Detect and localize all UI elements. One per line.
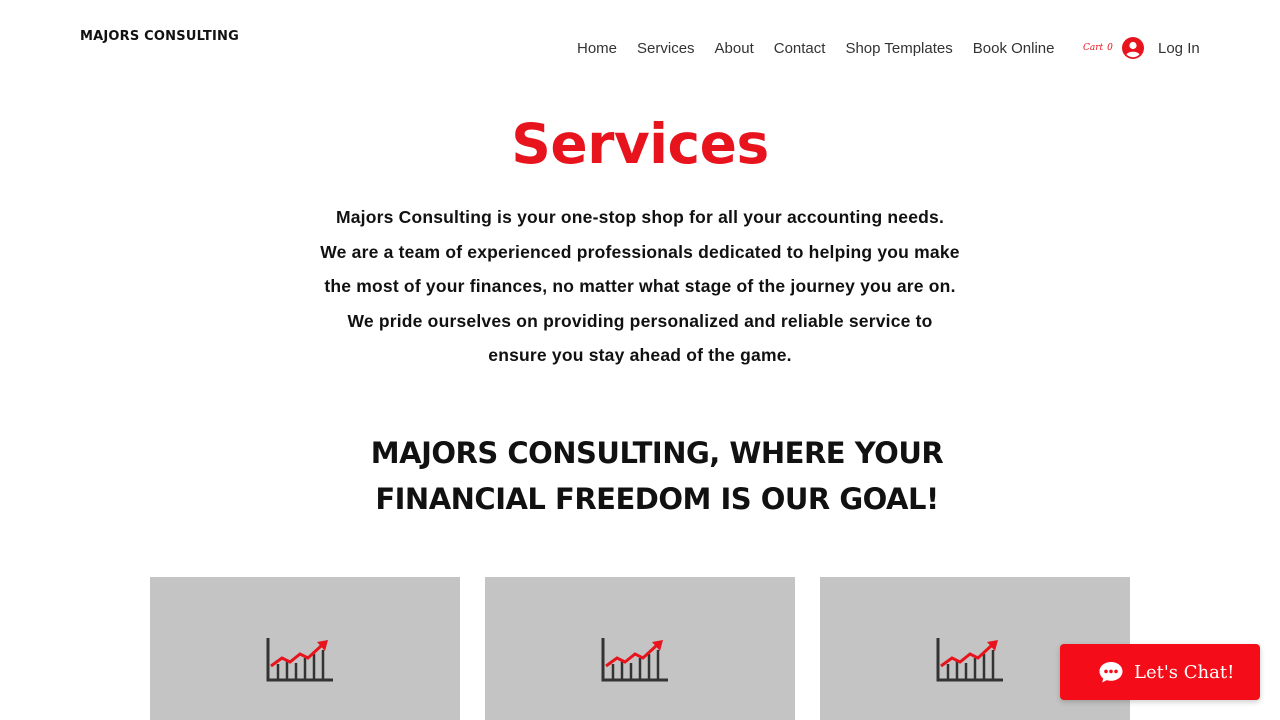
intro-line: Majors Consulting is your one-stop shop … — [335, 207, 945, 227]
intro-paragraph: Majors Consulting is your one-stop shop … — [320, 200, 960, 373]
chat-label: Let's Chat! — [1134, 661, 1235, 683]
service-card[interactable] — [485, 577, 795, 720]
growth-chart-icon — [936, 638, 1003, 682]
main-nav: Home Services About Contact Shop Templat… — [577, 40, 1054, 58]
cart-link[interactable]: Cart 0 — [1083, 43, 1113, 53]
tagline-line: MAJORS CONSULTING, WHERE YOUR — [370, 436, 944, 470]
tagline-heading: MAJORS CONSULTING, WHERE YOUR FINANCIAL … — [300, 430, 1014, 522]
nav-item-book-online[interactable]: Book Online — [973, 40, 1055, 58]
user-avatar-icon — [1122, 37, 1144, 59]
service-cards — [150, 577, 1130, 720]
nav-item-home[interactable]: Home — [577, 40, 617, 58]
intro-line: We are a team of experienced professiona… — [320, 241, 960, 262]
service-card[interactable] — [150, 577, 460, 720]
chat-bubble-icon — [1099, 662, 1123, 683]
login-button[interactable]: Log In — [1122, 37, 1200, 59]
intro-line: the most of your finances, no matter wha… — [324, 276, 956, 296]
nav-item-contact[interactable]: Contact — [774, 40, 826, 58]
login-label: Log In — [1158, 39, 1200, 57]
cart-count: 0 — [1107, 43, 1113, 53]
tagline-line: FINANCIAL FREEDOM IS OUR GOAL! — [375, 482, 939, 516]
page-title: Services — [511, 112, 769, 176]
site-brand[interactable]: MAJORS CONSULTING — [80, 29, 239, 44]
intro-line: We pride ourselves on providing personal… — [347, 310, 933, 331]
growth-chart-icon — [601, 638, 668, 682]
nav-item-about[interactable]: About — [715, 40, 754, 58]
growth-chart-icon — [266, 638, 333, 682]
cart-label: Cart — [1083, 43, 1104, 53]
nav-item-shop-templates[interactable]: Shop Templates — [845, 40, 952, 58]
nav-item-services[interactable]: Services — [637, 40, 695, 58]
intro-line: ensure you stay ahead of the game. — [488, 345, 792, 365]
chat-button[interactable]: Let's Chat! — [1060, 644, 1260, 700]
